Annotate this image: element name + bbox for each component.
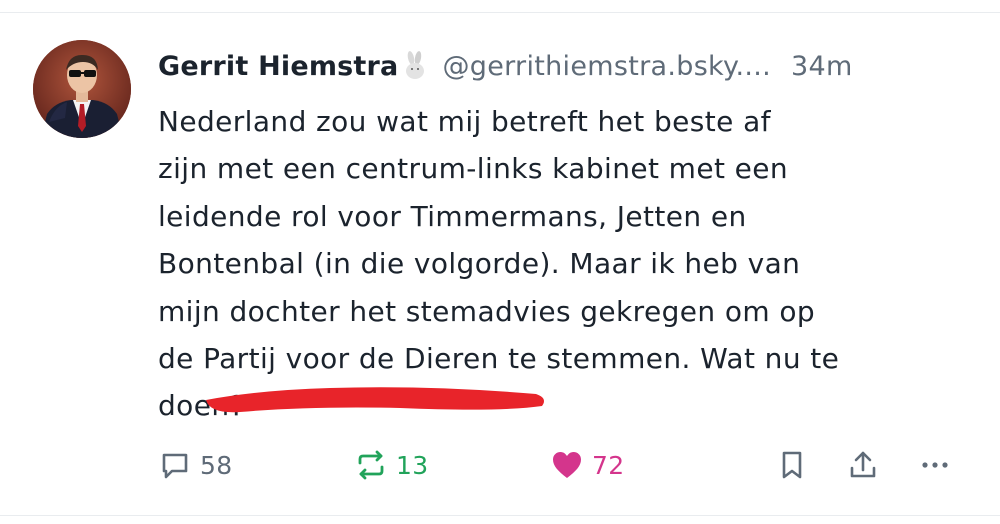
repost-count: 13 xyxy=(396,450,429,480)
author-handle[interactable]: @gerrithiemstra.bsky.... xyxy=(442,51,771,82)
reply-button[interactable]: 58 xyxy=(158,440,232,490)
post-timestamp[interactable]: 34m xyxy=(791,51,853,82)
share-button[interactable] xyxy=(846,440,880,490)
top-divider xyxy=(0,12,1000,13)
repost-button[interactable]: 13 xyxy=(354,440,428,490)
post-action-bar: 58 13 72 xyxy=(0,440,1000,490)
avatar[interactable] xyxy=(33,40,131,138)
like-button[interactable]: 72 xyxy=(550,440,624,490)
post-text-line: Nederland zou wat mij betreft het beste … xyxy=(158,105,771,138)
speech-bubble-icon xyxy=(158,448,192,482)
post-text-line: doen? xyxy=(158,389,245,423)
rabbit-emoji-icon xyxy=(402,51,428,81)
repost-icon xyxy=(354,448,388,482)
bookmark-icon xyxy=(775,448,809,482)
post-text-line: mijn dochter het stemadvies gekregen om … xyxy=(158,294,816,328)
post-card: Gerrit Hiemstra @gerrithiemstra.bsky....… xyxy=(0,0,1000,524)
post-text-line: zijn met een centrum-links kabinet met e… xyxy=(158,152,789,186)
post-text: Nederland zou wat mij betreft het beste … xyxy=(158,98,958,430)
post-text-line: leidende rol voor Timmermans, Jetten en xyxy=(158,199,747,233)
reply-count: 58 xyxy=(200,450,233,480)
profile-photo xyxy=(33,40,131,138)
more-options-button[interactable] xyxy=(918,440,952,490)
share-icon xyxy=(846,448,880,482)
post-header: Gerrit Hiemstra @gerrithiemstra.bsky....… xyxy=(158,46,978,86)
bookmark-button[interactable] xyxy=(775,440,809,490)
bottom-divider xyxy=(0,515,1000,516)
post-text-line: Bontenbal (in die volgorde). Maar ik heb… xyxy=(158,247,801,281)
ellipsis-icon xyxy=(918,448,952,482)
like-count: 72 xyxy=(592,450,625,480)
heart-icon xyxy=(550,448,584,482)
author-display-name[interactable]: Gerrit Hiemstra xyxy=(158,51,398,82)
post-text-line: de Partij voor de Dieren te stemmen. Wat… xyxy=(158,342,840,376)
